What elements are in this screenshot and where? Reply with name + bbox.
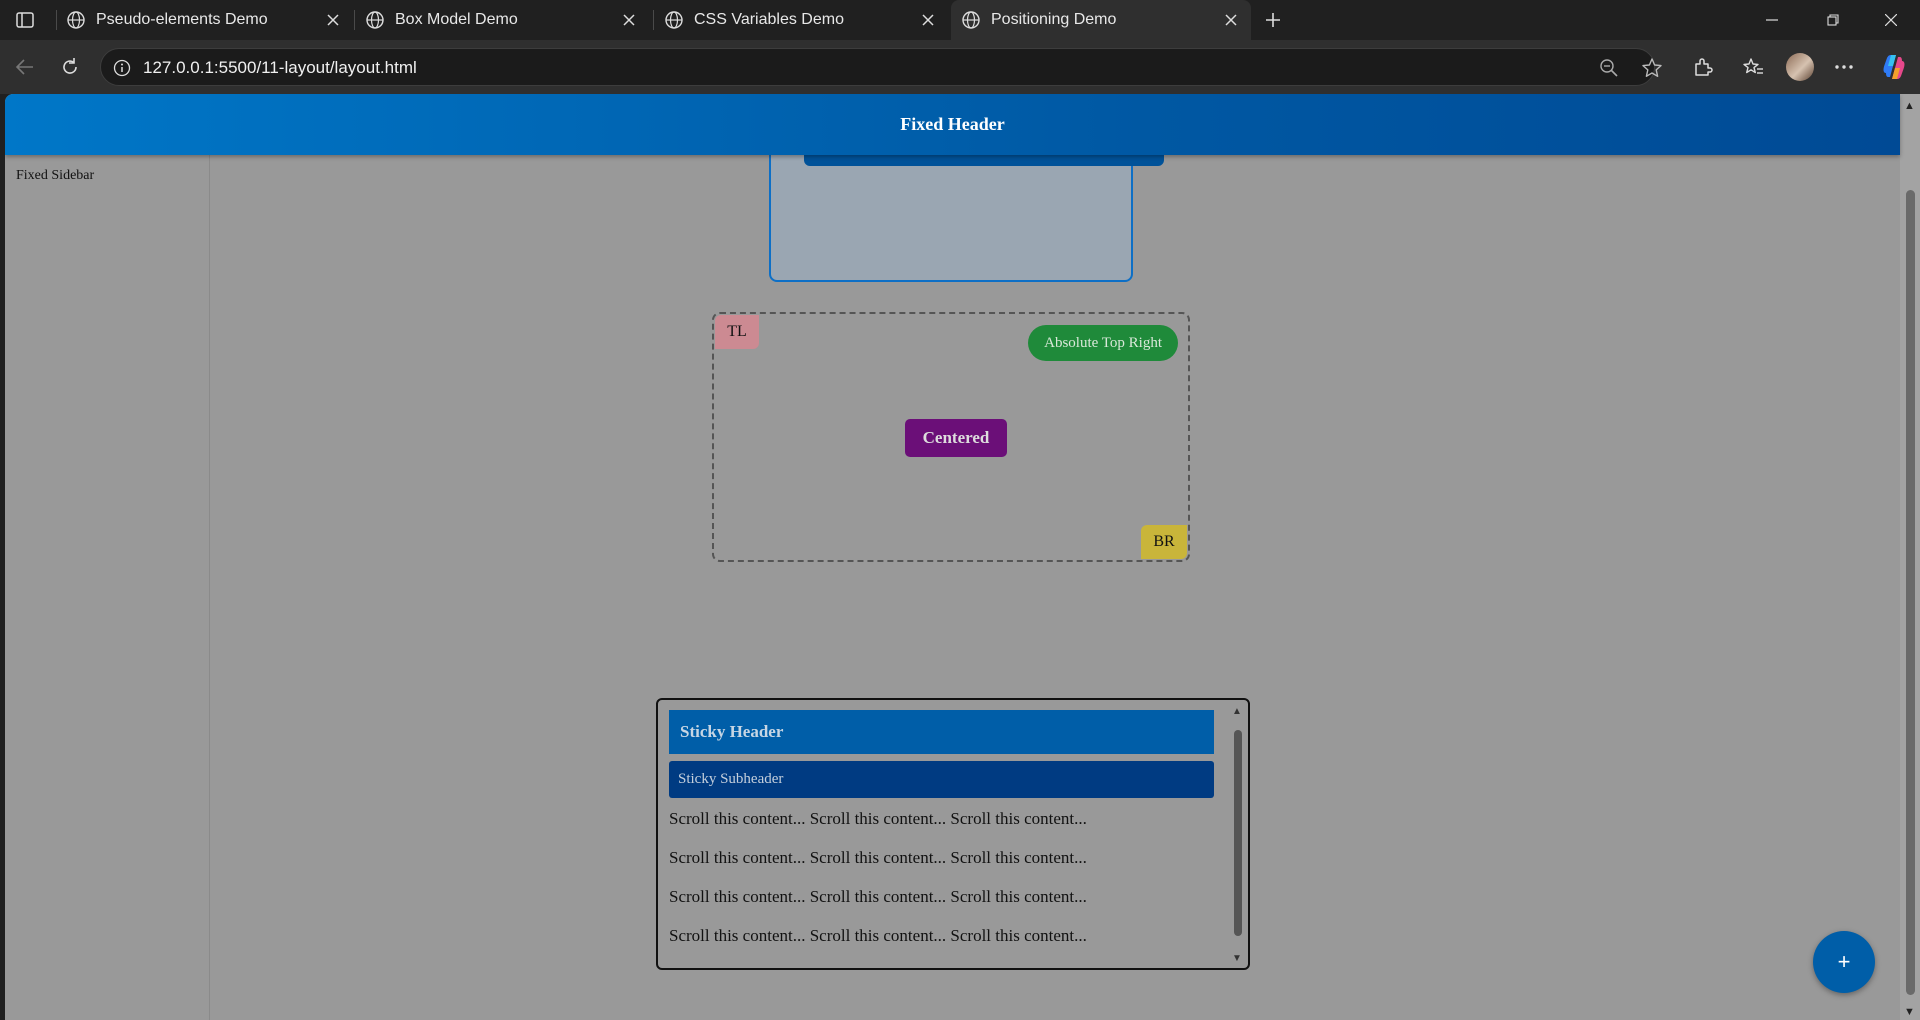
tab-title: Pseudo-elements Demo (96, 11, 268, 28)
tab-box-model[interactable]: Box Model Demo (355, 0, 650, 40)
more-icon[interactable] (1829, 53, 1859, 81)
bottom-right-badge: BR (1141, 525, 1187, 559)
site-info-icon[interactable] (111, 57, 133, 79)
absolute-demo-container: TL Absolute Top Right Centered BR (712, 312, 1190, 562)
scrollbar-thumb[interactable] (1234, 730, 1242, 936)
centered-badge: Centered (905, 419, 1007, 457)
minimize-icon[interactable] (1757, 8, 1787, 32)
tab-actions-icon[interactable] (10, 8, 40, 32)
globe-icon (365, 10, 385, 30)
globe-icon (961, 10, 981, 30)
scrollbar-thumb[interactable] (1906, 190, 1915, 995)
fixed-header: Fixed Header (5, 94, 1900, 155)
sidebar-label: Fixed Sidebar (16, 168, 95, 183)
address-bar[interactable]: 127.0.0.1:5500/11-layout/layout.html (100, 48, 1662, 86)
globe-icon (664, 10, 684, 30)
scroll-up-arrow-icon[interactable]: ▲ (1904, 100, 1915, 112)
browser-toolbar: 127.0.0.1:5500/11-layout/layout.html (0, 40, 1920, 94)
fixed-header-title: Fixed Header (900, 114, 1005, 134)
close-icon[interactable] (619, 10, 639, 30)
reload-icon[interactable] (55, 53, 85, 81)
window-close-icon[interactable] (1876, 8, 1906, 32)
favorite-star-icon[interactable] (1641, 57, 1663, 79)
new-tab-icon[interactable] (1260, 8, 1286, 32)
scroll-content-line: Scroll this content... Scroll this conte… (669, 887, 1087, 906)
inner-scrollbar[interactable]: ▲ ▼ (1231, 706, 1245, 964)
globe-icon (66, 10, 86, 30)
scroll-content-line: Scroll this content... Scroll this conte… (669, 848, 1087, 867)
scroll-content-line: Scroll this content... Scroll this conte… (669, 809, 1087, 828)
close-icon[interactable] (323, 10, 343, 30)
extensions-icon[interactable] (1688, 53, 1718, 81)
top-left-badge: TL (715, 315, 759, 349)
floating-action-button[interactable]: + (1813, 931, 1875, 993)
zoom-out-icon[interactable] (1598, 57, 1620, 79)
sticky-subheader: Sticky Subheader (669, 761, 1214, 798)
scroll-content-line: Scroll this content... Scroll this conte… (669, 926, 1087, 945)
close-icon[interactable] (1221, 10, 1241, 30)
back-icon[interactable] (10, 53, 40, 81)
sticky-header: Sticky Header (669, 710, 1214, 754)
favorites-icon[interactable] (1738, 53, 1768, 81)
tab-title: Box Model Demo (395, 11, 518, 28)
tab-pseudo-elements[interactable]: Pseudo-elements Demo (56, 0, 351, 40)
page-viewport: TL Absolute Top Right Centered BR Sticky… (5, 94, 1920, 1020)
tab-positioning[interactable]: Positioning Demo (951, 0, 1251, 40)
scroll-up-arrow-icon[interactable]: ▲ (1232, 706, 1242, 717)
close-icon[interactable] (918, 10, 938, 30)
tab-title: Positioning Demo (991, 11, 1117, 28)
scroll-down-arrow-icon[interactable]: ▼ (1904, 1006, 1915, 1018)
scroll-down-arrow-icon[interactable]: ▼ (1232, 953, 1242, 964)
profile-avatar[interactable] (1786, 53, 1814, 81)
sticky-scroll-container[interactable]: Sticky Header Sticky Subheader Scroll th… (656, 698, 1250, 970)
tab-title: CSS Variables Demo (694, 11, 844, 28)
tab-css-variables[interactable]: CSS Variables Demo (654, 0, 949, 40)
url-text[interactable]: 127.0.0.1:5500/11-layout/layout.html (143, 58, 417, 78)
fixed-sidebar: Fixed Sidebar (5, 155, 210, 1020)
top-right-pill: Absolute Top Right (1028, 325, 1178, 361)
copilot-icon[interactable] (1880, 53, 1908, 81)
tab-strip: Pseudo-elements Demo Box Model Demo CSS … (0, 0, 1920, 40)
page-scrollbar[interactable]: ▲ ▼ (1900, 94, 1920, 1020)
restore-icon[interactable] (1818, 8, 1848, 32)
